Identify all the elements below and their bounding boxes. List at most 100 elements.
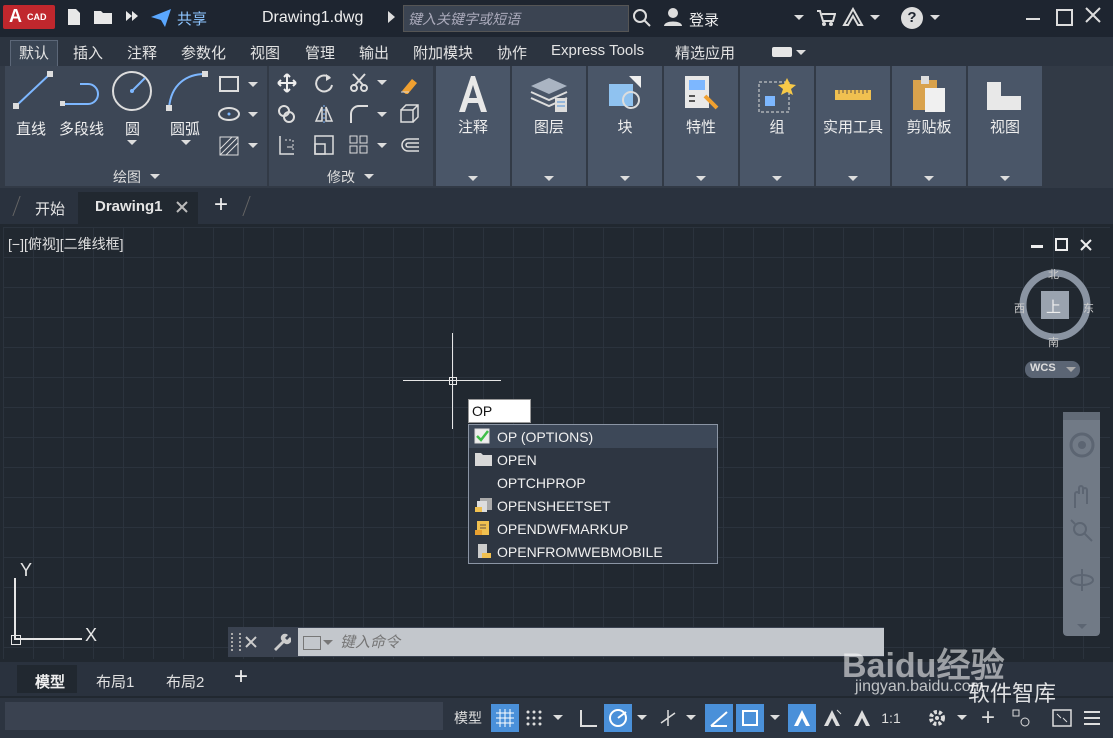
viewcube-south[interactable]: 南 bbox=[1048, 334, 1059, 350]
annotation-dropdown-icon[interactable] bbox=[468, 176, 478, 181]
tab-close-icon[interactable] bbox=[176, 200, 188, 218]
autocomplete-item-options[interactable]: OP (OPTIONS) bbox=[469, 425, 717, 448]
offset-icon[interactable] bbox=[399, 135, 421, 160]
minimize-icon[interactable] bbox=[1026, 18, 1040, 20]
arc-tool-label[interactable]: 圆弧 bbox=[170, 118, 200, 139]
viewport-close-icon[interactable] bbox=[1080, 238, 1092, 256]
orbit-icon[interactable] bbox=[1069, 567, 1095, 598]
search-input[interactable] bbox=[404, 6, 620, 31]
help-button[interactable]: ? bbox=[901, 7, 923, 29]
fillet-icon[interactable] bbox=[349, 104, 369, 129]
tab-express-tools[interactable]: Express Tools bbox=[551, 42, 644, 59]
arc-dropdown-icon[interactable] bbox=[181, 140, 191, 145]
tab-featured-apps[interactable]: 精选应用 bbox=[675, 42, 735, 63]
annotation-scale-icon[interactable] bbox=[850, 704, 874, 732]
recent-commands-dropdown-icon[interactable] bbox=[323, 640, 333, 645]
fillet-dropdown-icon[interactable] bbox=[377, 112, 387, 117]
tab-parametric[interactable]: 参数化 bbox=[181, 42, 226, 63]
move-icon[interactable] bbox=[277, 73, 297, 98]
isometric-dropdown-icon[interactable] bbox=[686, 715, 696, 720]
block-dropdown-icon[interactable] bbox=[620, 176, 630, 181]
more-arrow-icon[interactable] bbox=[122, 8, 142, 28]
circle-dropdown-icon[interactable] bbox=[127, 140, 137, 145]
zoom-extents-icon[interactable] bbox=[1069, 518, 1095, 549]
auto-scale-icon[interactable] bbox=[820, 704, 844, 732]
close-icon[interactable] bbox=[1084, 6, 1102, 29]
polyline-tool-label[interactable]: 多段线 bbox=[59, 118, 104, 139]
array-3d-icon[interactable] bbox=[399, 104, 419, 129]
line-tool-label[interactable]: 直线 bbox=[16, 118, 46, 139]
annotation-panel[interactable]: 注释 bbox=[436, 66, 510, 186]
array-dropdown-icon[interactable] bbox=[377, 143, 387, 148]
layout-tab-2[interactable]: 布局2 bbox=[166, 671, 204, 692]
ortho-icon[interactable] bbox=[576, 704, 600, 732]
utilities-panel[interactable]: 实用工具 bbox=[816, 66, 890, 186]
start-tab[interactable]: 开始 bbox=[35, 198, 65, 219]
isolate-objects-icon[interactable] bbox=[1008, 704, 1034, 732]
draw-panel-expand-icon[interactable] bbox=[150, 174, 160, 179]
autocomplete-item-opensheetset[interactable]: OPENSHEETSET bbox=[469, 494, 717, 517]
viewport-minimize-icon[interactable] bbox=[1031, 245, 1043, 248]
viewport-restore-icon[interactable] bbox=[1055, 238, 1068, 251]
hatch-dropdown-icon[interactable] bbox=[248, 143, 258, 148]
viewport-controls-label[interactable]: [−][俯视][二维线框] bbox=[8, 234, 124, 254]
group-panel[interactable]: 组 bbox=[740, 66, 814, 186]
tab-insert[interactable]: 插入 bbox=[73, 42, 103, 63]
circle-tool-label[interactable]: 圆 bbox=[125, 118, 140, 139]
mirror-icon[interactable] bbox=[314, 104, 334, 129]
autocomplete-item-optchprop[interactable]: OPTCHPROP bbox=[469, 471, 717, 494]
isometric-drafting-icon[interactable] bbox=[656, 704, 680, 732]
coordinate-readout[interactable] bbox=[5, 702, 443, 730]
autocomplete-item-opendwfmarkup[interactable]: OPENDWFMARKUP bbox=[469, 517, 717, 540]
search-icon[interactable] bbox=[632, 8, 652, 33]
clipboard-panel[interactable]: 剪贴板 bbox=[892, 66, 966, 186]
object-snap-tracking-icon[interactable] bbox=[705, 704, 733, 732]
command-input[interactable] bbox=[338, 630, 862, 654]
modify-panel-title[interactable]: 修改 bbox=[327, 167, 355, 187]
autocomplete-item-openfromwebmobile[interactable]: OPENFROMWEBMOBILE bbox=[469, 540, 717, 563]
layers-dropdown-icon[interactable] bbox=[544, 176, 554, 181]
trim-icon[interactable] bbox=[349, 73, 369, 98]
layout-tab-1[interactable]: 布局1 bbox=[96, 671, 134, 692]
navbar-customize-icon[interactable] bbox=[1077, 624, 1087, 629]
user-icon[interactable] bbox=[663, 7, 683, 32]
viewcube-north[interactable]: 北 bbox=[1048, 266, 1059, 282]
workspace-gear-icon[interactable] bbox=[924, 704, 950, 732]
modify-panel-expand-icon[interactable] bbox=[364, 174, 374, 179]
rotate-icon[interactable] bbox=[314, 73, 334, 98]
clipboard-dropdown-icon[interactable] bbox=[924, 176, 934, 181]
open-folder-icon[interactable] bbox=[93, 8, 113, 28]
login-dropdown-icon[interactable] bbox=[794, 15, 804, 20]
view-dropdown-icon[interactable] bbox=[1000, 176, 1010, 181]
trim-dropdown-icon[interactable] bbox=[377, 80, 387, 85]
block-panel[interactable]: 块 bbox=[588, 66, 662, 186]
snap-dropdown-icon[interactable] bbox=[553, 715, 563, 720]
circle-icon[interactable] bbox=[111, 70, 153, 117]
cart-icon[interactable] bbox=[816, 9, 837, 32]
arc-icon[interactable] bbox=[165, 70, 209, 117]
ribbon-toggle-dropdown-icon[interactable] bbox=[796, 50, 806, 55]
command-input-area[interactable] bbox=[298, 628, 884, 656]
properties-panel[interactable]: 特性 bbox=[664, 66, 738, 186]
annotation-visibility-icon[interactable] bbox=[788, 704, 816, 732]
viewcube-top-face[interactable]: 上 bbox=[1046, 296, 1061, 317]
polar-dropdown-icon[interactable] bbox=[637, 715, 647, 720]
annotation-monitor-icon[interactable]: + bbox=[976, 704, 1000, 732]
navbar-handle[interactable] bbox=[1063, 412, 1100, 420]
recent-commands-icon[interactable] bbox=[303, 636, 321, 650]
new-file-icon[interactable] bbox=[64, 8, 84, 28]
a360-dropdown-icon[interactable] bbox=[870, 15, 880, 20]
autodesk-a-icon[interactable] bbox=[842, 6, 864, 32]
title-arrow-icon[interactable] bbox=[388, 11, 395, 23]
steering-wheel-icon[interactable] bbox=[1069, 432, 1095, 463]
fullscreen-icon[interactable] bbox=[1050, 704, 1074, 732]
command-line-grip[interactable] bbox=[231, 633, 241, 651]
erase-icon[interactable] bbox=[399, 72, 421, 99]
tab-view[interactable]: 视图 bbox=[250, 42, 280, 63]
utilities-dropdown-icon[interactable] bbox=[848, 176, 858, 181]
viewcube-east[interactable]: 东 bbox=[1083, 300, 1094, 316]
viewcube-west[interactable]: 西 bbox=[1014, 300, 1025, 316]
copy-icon[interactable] bbox=[277, 104, 297, 129]
workspace-dropdown-icon[interactable] bbox=[957, 715, 967, 720]
share-icon[interactable] bbox=[150, 8, 172, 33]
